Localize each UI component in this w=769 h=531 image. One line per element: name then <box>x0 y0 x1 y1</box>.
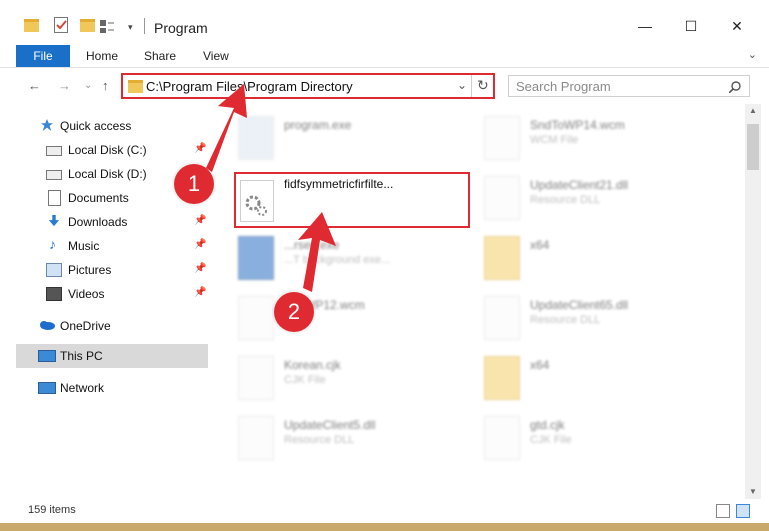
scroll-up-icon[interactable]: ▲ <box>749 106 757 115</box>
status-bar: 159 items <box>0 499 769 523</box>
large-icons-view-icon[interactable] <box>736 504 750 518</box>
details-view-icon[interactable] <box>716 504 730 518</box>
explorer-window: ▾ Program — ☐ ✕ File Home Share View ⌄ ←… <box>0 0 769 523</box>
vertical-scrollbar[interactable]: ▲ ▼ <box>745 104 761 499</box>
step-marker-2: 2 <box>274 292 314 332</box>
annotation-arrows <box>206 84 336 292</box>
arrow-1 <box>206 84 247 172</box>
scroll-down-icon[interactable]: ▼ <box>749 487 757 496</box>
item-count: 159 items <box>28 504 76 516</box>
arrow-2 <box>298 212 336 292</box>
scrollbar-thumb[interactable] <box>747 124 759 170</box>
step-marker-1: 1 <box>174 164 214 204</box>
